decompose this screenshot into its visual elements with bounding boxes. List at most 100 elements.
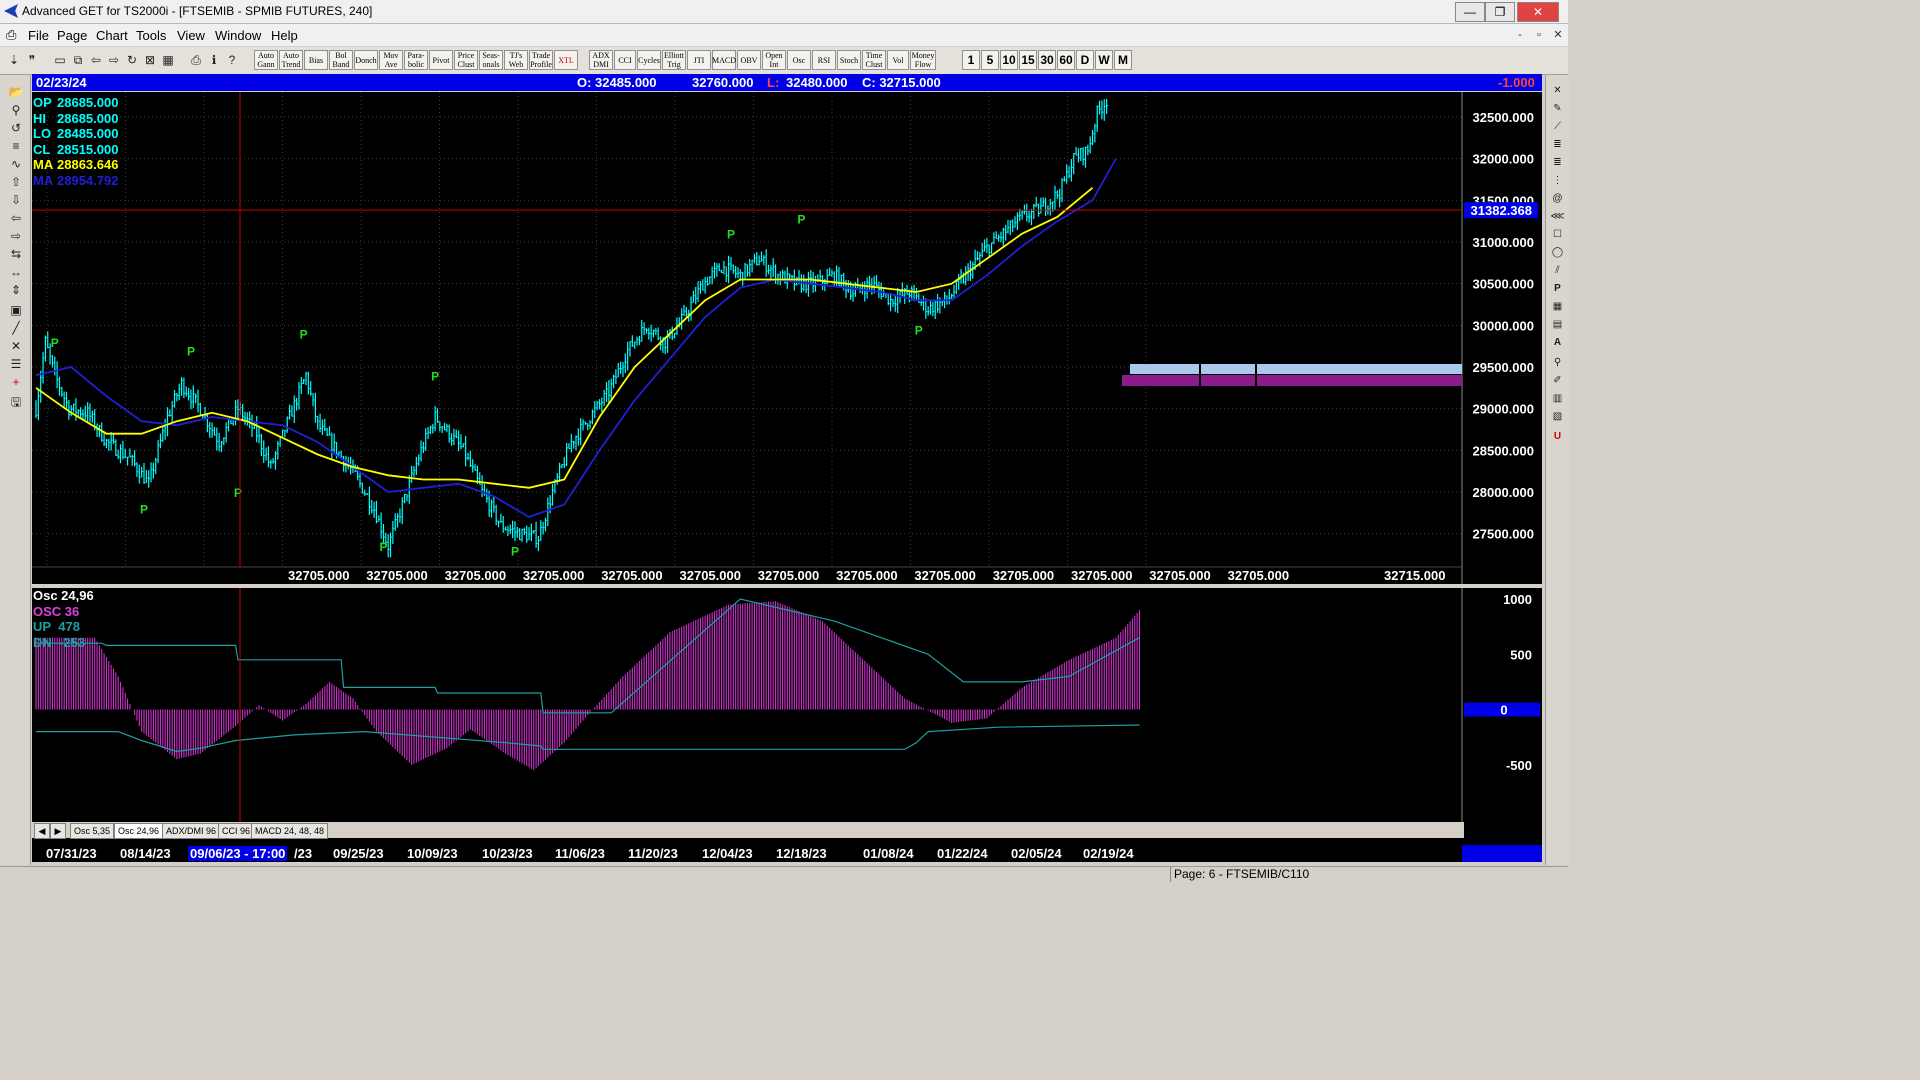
- indicator-button-xtl[interactable]: XTL: [554, 50, 578, 70]
- maximize-button[interactable]: ❐: [1485, 2, 1515, 22]
- tab-scroll-right[interactable]: ▶: [50, 823, 66, 839]
- close-x-icon[interactable]: ✕: [1548, 83, 1567, 98]
- interval-button-15[interactable]: 15: [1019, 50, 1037, 70]
- menu-page[interactable]: Page: [57, 28, 87, 43]
- tab-scroll-left[interactable]: ◀: [34, 823, 50, 839]
- indicator-button-osc[interactable]: Osc: [787, 50, 811, 70]
- indicator-button-mov-ave[interactable]: Mov Ave: [379, 50, 403, 70]
- menu-window[interactable]: Window: [215, 28, 261, 43]
- indicator-button-trade-profile[interactable]: Trade Profile: [529, 50, 553, 70]
- menu-tools[interactable]: Tools: [136, 28, 166, 43]
- fib-icon[interactable]: ☰: [4, 355, 28, 373]
- vertical-scale-icon[interactable]: ⇕: [4, 281, 28, 299]
- study-icon[interactable]: ≡: [4, 137, 28, 155]
- open-icon[interactable]: 📂: [4, 83, 28, 101]
- indicator-button-stoch[interactable]: Stoch: [837, 50, 861, 70]
- zoom-icon[interactable]: ⚲: [4, 101, 28, 119]
- info-icon[interactable]: ℹ: [206, 51, 222, 69]
- interval-button-10[interactable]: 10: [1000, 50, 1018, 70]
- indicator-button-time-clust[interactable]: Time Clust: [862, 50, 886, 70]
- interval-button-5[interactable]: 5: [981, 50, 999, 70]
- magnet-icon[interactable]: U: [1548, 429, 1567, 444]
- reset-icon[interactable]: ↺: [4, 119, 28, 137]
- box-icon[interactable]: ☐: [1548, 227, 1567, 242]
- fib-ext-icon[interactable]: ≣: [1548, 155, 1567, 170]
- interval-button-60[interactable]: 60: [1057, 50, 1075, 70]
- indicator-button-open-int[interactable]: Open Int: [762, 50, 786, 70]
- help-icon[interactable]: ?: [224, 51, 240, 69]
- gann-icon[interactable]: ✕: [4, 337, 28, 355]
- mdi-close-button[interactable]: ✕: [1550, 27, 1566, 43]
- indicator-button-donch[interactable]: Donch: [354, 50, 378, 70]
- fib-ret-icon[interactable]: ≣: [1548, 137, 1567, 152]
- indicator-button-adx-dmi[interactable]: ADX DMI: [589, 50, 613, 70]
- indicator-button-cycles[interactable]: Cycles: [637, 50, 661, 70]
- crosshair-icon[interactable]: +: [4, 373, 28, 391]
- interval-button-30[interactable]: 30: [1038, 50, 1056, 70]
- tab-adx-dmi[interactable]: ADX/DMI 96: [162, 823, 221, 839]
- mob-icon[interactable]: ▤: [1548, 317, 1567, 332]
- arrow-down-icon[interactable]: ⇩: [4, 191, 28, 209]
- tab-osc-5-35[interactable]: Osc 5,35: [70, 823, 115, 839]
- interval-button-w[interactable]: W: [1095, 50, 1113, 70]
- book-icon[interactable]: ▧: [1548, 409, 1567, 424]
- fib-time-icon[interactable]: ⋮: [1548, 173, 1567, 188]
- indicator-button-rsi[interactable]: RSI: [812, 50, 836, 70]
- indicator-button-auto-gann[interactable]: Auto Gann: [254, 50, 278, 70]
- paint-icon[interactable]: ✐: [1548, 373, 1567, 388]
- indicator-button-para-bolic[interactable]: Para-bolic: [404, 50, 428, 70]
- grid-tool-icon[interactable]: ▦: [1548, 299, 1567, 314]
- indicator-button-vol[interactable]: Vol: [887, 50, 909, 70]
- panel-splitter[interactable]: [32, 584, 1542, 588]
- indicator-button-price-clust[interactable]: Price Clust: [454, 50, 478, 70]
- elliott-icon[interactable]: ∿: [4, 155, 28, 173]
- minimize-button[interactable]: —: [1455, 2, 1485, 22]
- pointer-icon[interactable]: ⇣: [6, 51, 22, 69]
- trendline-icon[interactable]: ⟋: [1548, 119, 1567, 134]
- interval-button-d[interactable]: D: [1076, 50, 1094, 70]
- indicator-button-macd[interactable]: MACD: [712, 50, 736, 70]
- magnify-icon[interactable]: ⚲: [1548, 355, 1567, 370]
- indicator-button-jti[interactable]: JTI: [687, 50, 711, 70]
- menu-chart[interactable]: Chart: [96, 28, 128, 43]
- print-icon[interactable]: ⎙: [188, 51, 204, 69]
- document-icon[interactable]: ⎙: [6, 27, 16, 43]
- indicator-button-tj-s-web[interactable]: TJ's Web: [504, 50, 528, 70]
- copy-icon[interactable]: ⧉: [70, 51, 86, 69]
- tab-macd[interactable]: MACD 24, 48, 48: [251, 823, 329, 839]
- indicator-button-money-flow[interactable]: Money Flow: [910, 50, 936, 70]
- indicator-button-elliott-trig[interactable]: Elliott Trig: [662, 50, 686, 70]
- oscillator-chart[interactable]: -500 0 500 1000: [32, 588, 1542, 828]
- scroll-right-icon[interactable]: ⇨: [106, 51, 122, 69]
- spiral-icon[interactable]: @: [1548, 191, 1567, 206]
- expand-icon[interactable]: ↔: [4, 263, 28, 281]
- ellipse-icon[interactable]: ◯: [1548, 245, 1567, 260]
- pti-icon[interactable]: P: [1548, 281, 1567, 296]
- indicator-button-cci[interactable]: CCI: [614, 50, 636, 70]
- chart-area[interactable]: 27500.000 28000.000 28500.000 29000.000 2950…: [32, 92, 1542, 852]
- arrow-right-icon[interactable]: ⇨: [4, 227, 28, 245]
- channel-icon[interactable]: ⫽: [1548, 263, 1567, 278]
- menu-view[interactable]: View: [177, 28, 205, 43]
- delete-icon[interactable]: ⊠: [142, 51, 158, 69]
- tab-cci[interactable]: CCI 96: [218, 823, 255, 839]
- indicator-button-bol-band[interactable]: Bol Band: [329, 50, 353, 70]
- mdi-restore-button[interactable]: ▫: [1531, 27, 1547, 43]
- mdi-minimize-button[interactable]: -: [1512, 27, 1528, 43]
- indicator-button-auto-trend[interactable]: Auto Trend: [279, 50, 303, 70]
- arrow-up-icon[interactable]: ⇧: [4, 173, 28, 191]
- compress-icon[interactable]: ⇆: [4, 245, 28, 263]
- grid-icon[interactable]: ▦: [160, 51, 176, 69]
- indicator-button-seas-onals[interactable]: Seas-onals: [479, 50, 503, 70]
- quote-icon[interactable]: ❞: [24, 51, 40, 69]
- pencil-icon[interactable]: ✎: [1548, 101, 1567, 116]
- interval-button-m[interactable]: M: [1114, 50, 1132, 70]
- menu-file[interactable]: File: [28, 28, 49, 43]
- tab-osc-24-96[interactable]: Osc 24,96: [114, 823, 164, 839]
- ruler-icon[interactable]: ▥: [1548, 391, 1567, 406]
- fan-icon[interactable]: ⋘: [1548, 209, 1567, 224]
- scroll-left-icon[interactable]: ⇦: [88, 51, 104, 69]
- price-chart[interactable]: 27500.000 28000.000 28500.000 29000.000 2950…: [32, 92, 1542, 584]
- interval-button-1[interactable]: 1: [962, 50, 980, 70]
- text-icon[interactable]: A: [1548, 335, 1567, 350]
